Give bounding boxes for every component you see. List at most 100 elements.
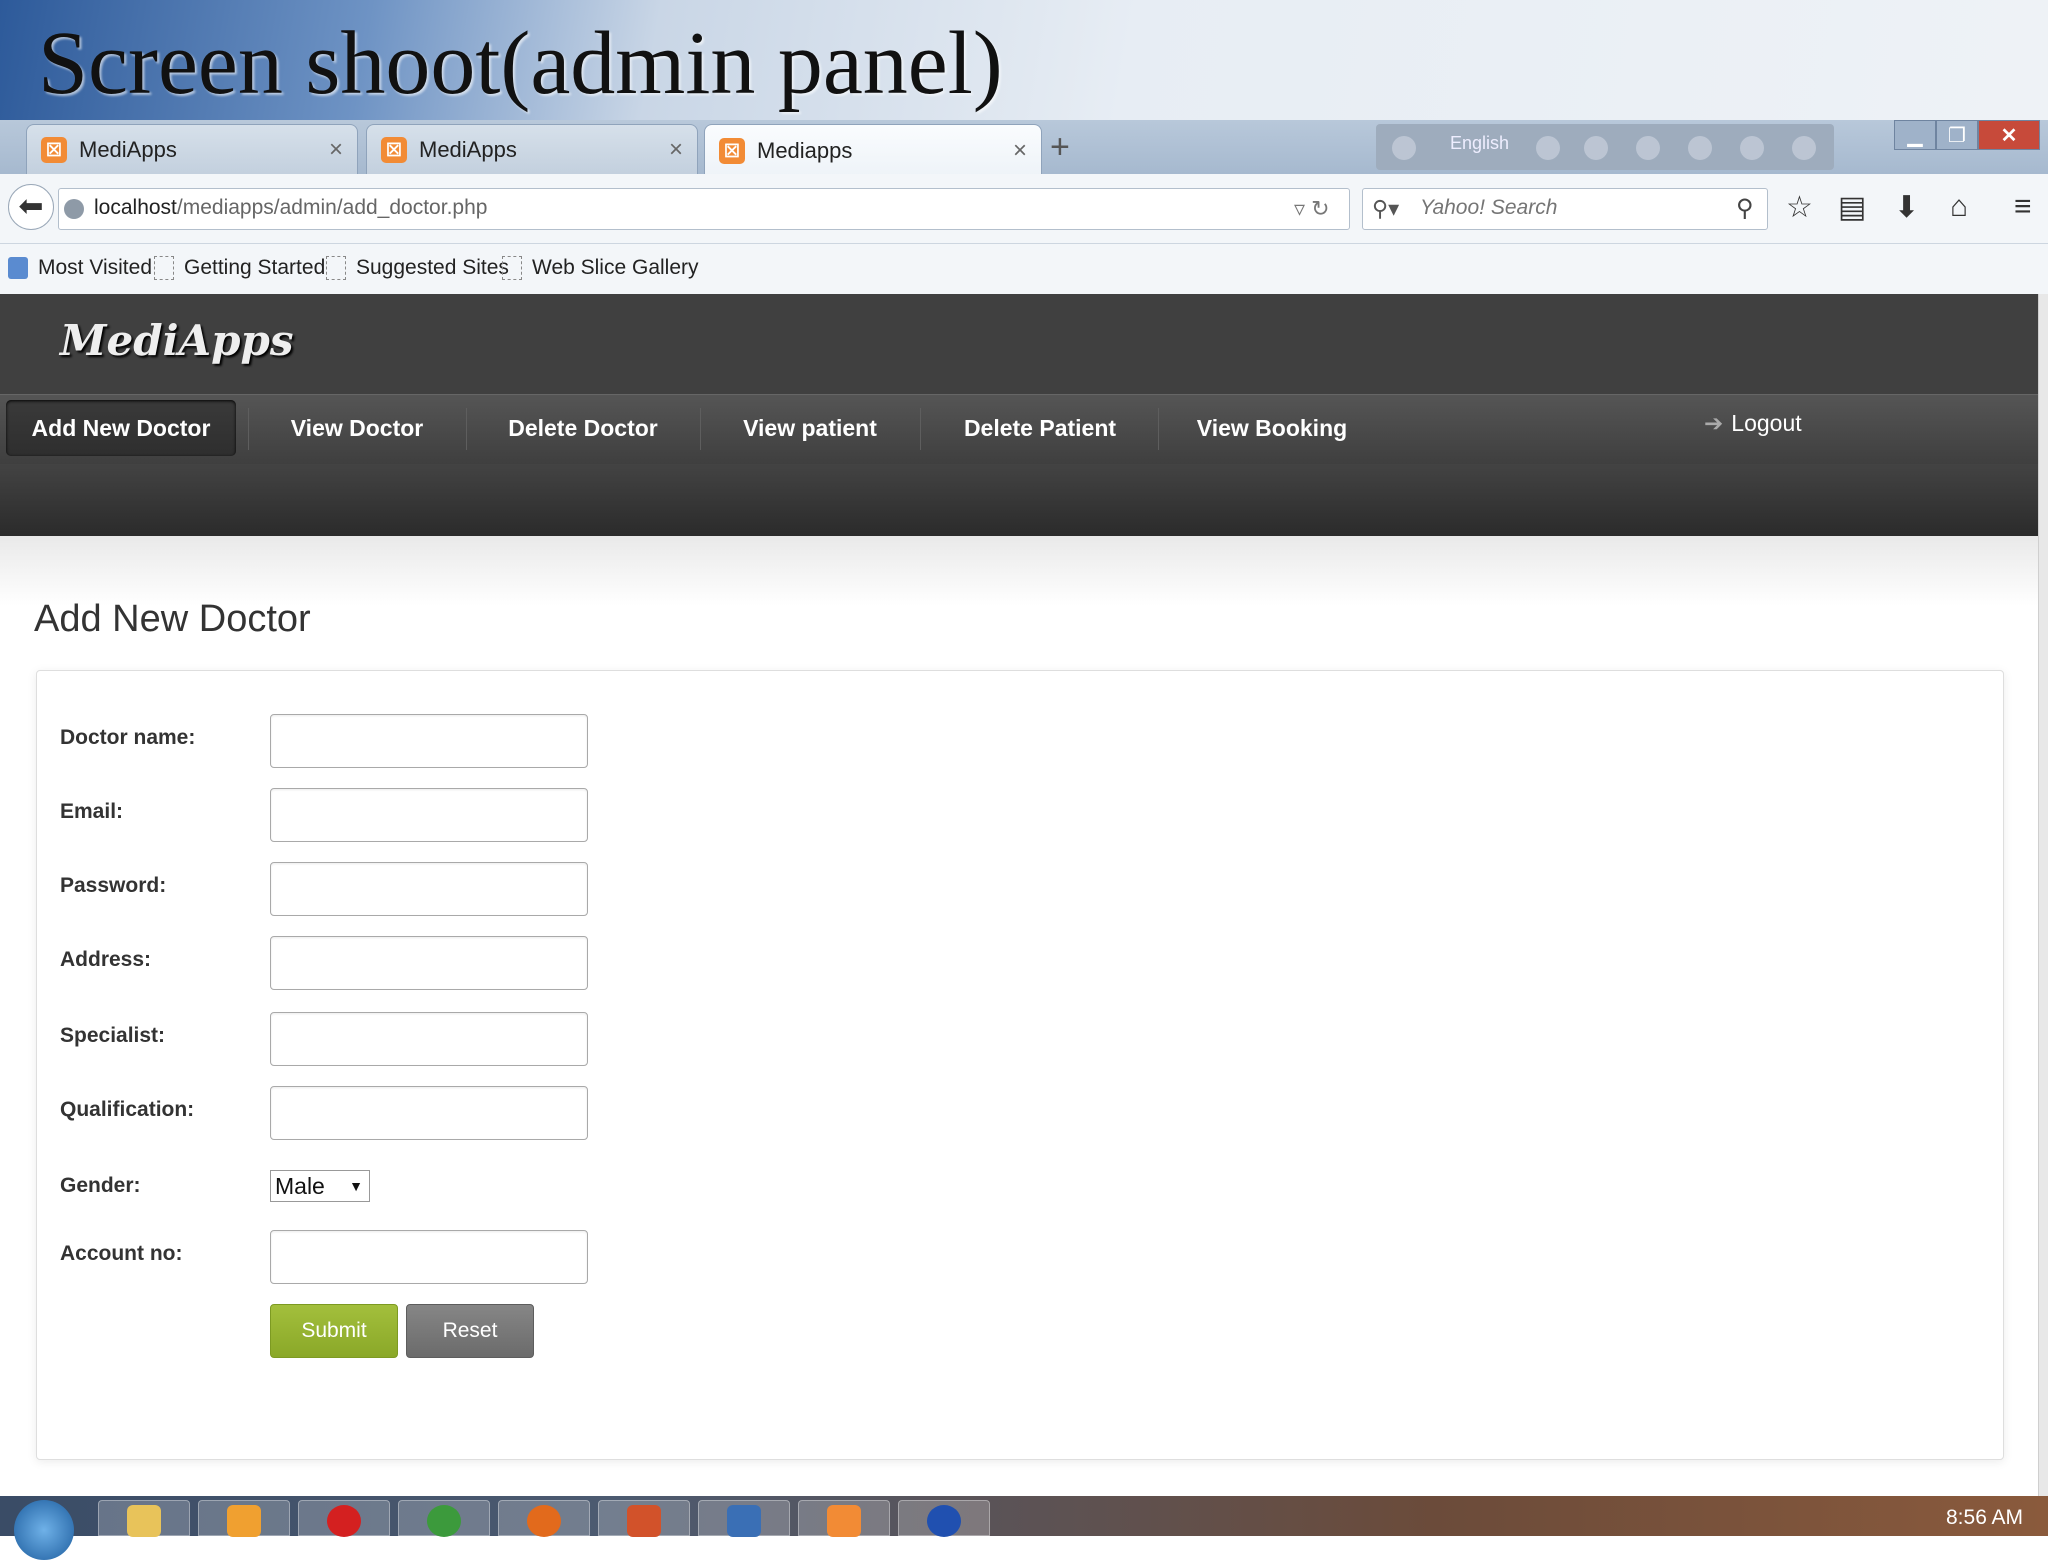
- taskbar-app-icon[interactable]: [698, 1500, 790, 1537]
- bookmark-icon: [154, 256, 174, 280]
- taskbar-media-player-icon[interactable]: [198, 1500, 290, 1537]
- menu-delete-doctor[interactable]: Delete Doctor: [478, 400, 688, 456]
- slide-title: Screen shoot(admin panel): [38, 14, 1003, 113]
- tab-close-icon[interactable]: ×: [669, 136, 683, 164]
- toolbar-addon-icon[interactable]: [1688, 136, 1712, 160]
- url-host: localhost: [94, 196, 177, 219]
- bookmark-icon: [326, 256, 346, 280]
- menu-view-doctor[interactable]: View Doctor: [260, 400, 454, 456]
- site-header: [0, 294, 2038, 394]
- start-button-icon[interactable]: [14, 1500, 74, 1560]
- xampp-favicon-icon: ☒: [719, 137, 745, 164]
- doctor-name-label: Doctor name:: [60, 726, 196, 749]
- page-title: Add New Doctor: [34, 598, 311, 640]
- menu-view-booking[interactable]: View Booking: [1170, 400, 1374, 456]
- clipboard-icon[interactable]: ▤: [1838, 190, 1866, 225]
- xampp-favicon-icon: ☒: [381, 136, 407, 163]
- toolbar-addon-icon[interactable]: [1392, 136, 1416, 160]
- taskbar-opera-icon[interactable]: [298, 1500, 390, 1537]
- menu-view-patient[interactable]: View patient: [712, 400, 908, 456]
- taskbar-chrome-icon[interactable]: [398, 1500, 490, 1537]
- taskbar-powerpoint-icon[interactable]: [598, 1500, 690, 1537]
- refresh-icon[interactable]: ▿ ↻: [1294, 196, 1330, 222]
- reset-button[interactable]: Reset: [406, 1304, 534, 1358]
- toolbar-addon-icon[interactable]: [1584, 136, 1608, 160]
- bookmark-icon: [502, 256, 522, 280]
- logout-arrow-icon: ➔: [1704, 410, 1724, 436]
- toolbar-addon-icon[interactable]: [1536, 136, 1560, 160]
- specialist-input[interactable]: [270, 1012, 588, 1066]
- back-arrow-icon[interactable]: ⬅: [8, 184, 54, 230]
- search-input[interactable]: [1420, 196, 1720, 220]
- toolbar-addon-icon[interactable]: [1636, 136, 1660, 160]
- taskbar-help-icon[interactable]: [898, 1500, 990, 1537]
- menu-divider: [1158, 408, 1159, 450]
- header-subbar: [0, 464, 2038, 536]
- dropdown-caret-icon: ▼: [349, 1178, 363, 1194]
- site-logo[interactable]: MediApps: [60, 316, 294, 365]
- bookmark-suggested-sites[interactable]: Suggested Sites: [326, 256, 509, 280]
- password-input[interactable]: [270, 862, 588, 916]
- search-icon[interactable]: ⚲▾: [1372, 196, 1399, 222]
- xampp-favicon-icon: ☒: [41, 136, 67, 163]
- menu-divider: [466, 408, 467, 450]
- address-label: Address:: [60, 948, 152, 971]
- menu-delete-patient[interactable]: Delete Patient: [932, 400, 1148, 456]
- submit-button[interactable]: Submit: [270, 1304, 398, 1358]
- language-label[interactable]: English: [1450, 133, 1509, 154]
- tab-mediapps-1[interactable]: ☒ MediApps ×: [26, 124, 358, 174]
- download-icon[interactable]: ⬇: [1894, 190, 1919, 225]
- menu-icon[interactable]: ≡: [2014, 190, 2032, 224]
- gender-selected-value: Male: [275, 1172, 325, 1199]
- email-label: Email:: [60, 800, 124, 823]
- bookmark-getting-started[interactable]: Getting Started: [154, 256, 325, 280]
- taskbar-firefox-icon[interactable]: [498, 1500, 590, 1537]
- tab-close-icon[interactable]: ×: [329, 136, 343, 164]
- doctor-name-input[interactable]: [270, 714, 588, 768]
- menu-divider: [248, 408, 249, 450]
- qualification-label: Qualification:: [60, 1098, 195, 1121]
- taskbar-xampp-icon[interactable]: [798, 1500, 890, 1537]
- tab-mediapps-active[interactable]: ☒ Mediapps ×: [704, 124, 1042, 176]
- search-go-icon[interactable]: ⚲: [1736, 194, 1754, 223]
- taskbar-explorer-icon[interactable]: [98, 1500, 190, 1537]
- logout-label: Logout: [1731, 410, 1802, 436]
- tab-label: Mediapps: [757, 137, 853, 163]
- bookmark-label: Getting Started: [184, 256, 326, 279]
- maximize-icon[interactable]: ❐: [1936, 120, 1978, 150]
- star-icon[interactable]: ☆: [1786, 190, 1813, 225]
- home-icon[interactable]: ⌂: [1950, 190, 1968, 224]
- logout-link[interactable]: ➔ Logout: [1704, 410, 1802, 437]
- bookmark-web-slice-gallery[interactable]: Web Slice Gallery: [502, 256, 699, 280]
- url-text[interactable]: localhost/mediapps/admin/add_doctor.php: [94, 196, 487, 220]
- bookmark-label: Web Slice Gallery: [532, 256, 699, 279]
- password-label: Password:: [60, 874, 167, 897]
- toolbar-addon-icon[interactable]: [1740, 136, 1764, 160]
- close-window-icon[interactable]: ✕: [1978, 120, 2040, 150]
- email-input[interactable]: [270, 788, 588, 842]
- tab-mediapps-2[interactable]: ☒ MediApps ×: [366, 124, 698, 174]
- qualification-input[interactable]: [270, 1086, 588, 1140]
- tab-label: MediApps: [79, 136, 177, 162]
- bookmark-label: Suggested Sites: [356, 256, 509, 279]
- globe-icon: [64, 199, 84, 219]
- menu-add-new-doctor[interactable]: Add New Doctor: [6, 400, 236, 456]
- window-controls: ▁ ❐ ✕: [1894, 120, 2040, 150]
- account-no-label: Account no:: [60, 1242, 183, 1265]
- tab-close-icon[interactable]: ×: [1013, 137, 1027, 165]
- minimize-icon[interactable]: ▁: [1894, 120, 1936, 150]
- new-tab-icon[interactable]: +: [1050, 130, 1070, 164]
- gender-label: Gender:: [60, 1174, 141, 1197]
- address-input[interactable]: [270, 936, 588, 990]
- toolbar-addon-icon[interactable]: [1792, 136, 1816, 160]
- menu-divider: [700, 408, 701, 450]
- bookmark-icon: [8, 257, 28, 279]
- url-path: /mediapps/admin/add_doctor.php: [176, 196, 488, 219]
- scrollbar[interactable]: [2038, 294, 2048, 1496]
- account-no-input[interactable]: [270, 1230, 588, 1284]
- gender-select[interactable]: Male ▼: [270, 1170, 370, 1202]
- specialist-label: Specialist:: [60, 1024, 166, 1047]
- bookmark-label: Most Visited: [38, 256, 152, 279]
- taskbar-clock: 8:56 AM: [1946, 1506, 2024, 1529]
- bookmark-most-visited[interactable]: Most Visited: [8, 256, 152, 280]
